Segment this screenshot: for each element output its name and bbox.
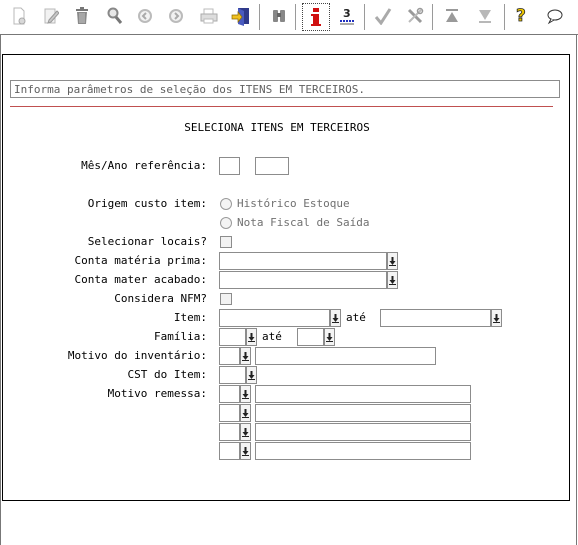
motivo-remessa-description-3 — [255, 423, 471, 441]
divider — [10, 106, 553, 107]
origem-radio-historico[interactable] — [220, 198, 232, 210]
mes-ano-label: Mês/Ano referência: — [81, 159, 207, 172]
conta-acabado-zoom-button[interactable] — [387, 271, 398, 289]
toolbar-separator — [295, 4, 296, 30]
origem-radio-nota-fiscal[interactable] — [220, 217, 232, 229]
motivo-inventario-input[interactable] — [219, 347, 240, 365]
motivo-remessa-description-2 — [255, 404, 471, 422]
selecionar-locais-label: Selecionar locais? — [87, 235, 207, 248]
first-icon[interactable] — [441, 5, 463, 27]
selecionar-locais-checkbox[interactable] — [220, 236, 232, 248]
motivo-inventario-description — [255, 347, 436, 365]
origem-option-historico: Histórico Estoque — [237, 197, 350, 210]
arrow-down-icon — [242, 447, 249, 456]
item-to-zoom-button[interactable] — [491, 309, 502, 327]
motivo-remessa-description-4 — [255, 442, 471, 460]
previous-icon[interactable] — [134, 5, 156, 27]
form-panel: Informa parâmetros de seleção dos ITENS … — [2, 54, 570, 501]
familia-to-input[interactable] — [297, 328, 324, 346]
chat-icon[interactable] — [544, 5, 566, 27]
list-number-icon[interactable]: 3 — [336, 5, 358, 27]
tools-icon[interactable] — [404, 5, 426, 27]
motivo-inventario-label: Motivo do inventário: — [67, 349, 207, 362]
familia-ate-label: até — [262, 330, 282, 343]
item-from-input[interactable] — [219, 309, 330, 327]
motivo-remessa-zoom-button-3[interactable] — [240, 423, 251, 441]
last-icon[interactable] — [474, 5, 496, 27]
motivo-remessa-input-3[interactable] — [219, 423, 240, 441]
toolbar-separator — [432, 4, 433, 30]
exit-icon[interactable] — [230, 5, 252, 27]
conta-materia-label: Conta matéria prima: — [74, 254, 207, 267]
mes-input[interactable] — [219, 157, 240, 175]
arrow-down-icon — [242, 428, 249, 437]
window-border — [576, 34, 577, 545]
motivo-remessa-zoom-button-1[interactable] — [240, 385, 251, 403]
item-from-zoom-button[interactable] — [330, 309, 341, 327]
origem-option-nota-fiscal: Nota Fiscal de Saída — [237, 216, 370, 229]
cst-zoom-button[interactable] — [246, 366, 257, 384]
item-label: Item: — [173, 311, 207, 324]
motivo-remessa-input-2[interactable] — [219, 404, 240, 422]
toolbar-separator — [364, 4, 365, 30]
arrow-down-icon — [242, 352, 249, 361]
svg-text:3: 3 — [343, 7, 351, 20]
item-ate-label: até — [346, 311, 366, 324]
conta-materia-zoom-button[interactable] — [387, 252, 398, 270]
print-icon[interactable] — [198, 5, 220, 27]
motivo-remessa-label: Motivo remessa: — [107, 387, 207, 400]
arrow-down-icon — [389, 257, 396, 266]
cst-input[interactable] — [219, 366, 246, 384]
arrow-down-icon — [242, 409, 249, 418]
motivo-remessa-description-1 — [255, 385, 471, 403]
motivo-inventario-zoom-button[interactable] — [240, 347, 251, 365]
conta-acabado-label: Conta mater acabado: — [74, 273, 207, 286]
toolbar-separator — [259, 4, 260, 30]
motivo-remessa-input-1[interactable] — [219, 385, 240, 403]
familia-from-input[interactable] — [219, 328, 246, 346]
motivo-remessa-zoom-button-4[interactable] — [240, 442, 251, 460]
arrow-down-icon — [389, 276, 396, 285]
arrow-down-icon — [242, 390, 249, 399]
arrow-down-icon — [332, 314, 339, 323]
check-icon[interactable] — [372, 5, 394, 27]
toolbar: 3 ? — [0, 0, 578, 34]
next-icon[interactable] — [165, 5, 187, 27]
familia-from-zoom-button[interactable] — [246, 328, 257, 346]
info-icon[interactable] — [302, 3, 330, 31]
binoculars-icon[interactable] — [268, 5, 290, 27]
conta-acabado-input[interactable] — [219, 271, 387, 289]
window-border — [0, 34, 1, 545]
familia-to-zoom-button[interactable] — [324, 328, 335, 346]
arrow-down-icon — [248, 333, 255, 342]
familia-label: Família: — [154, 330, 207, 343]
considera-nfm-label: Considera NFM? — [114, 292, 207, 305]
origem-label: Origem custo item: — [87, 197, 207, 210]
motivo-remessa-input-4[interactable] — [219, 442, 240, 460]
cst-label: CST do Item: — [127, 368, 207, 381]
new-document-icon[interactable] — [8, 5, 30, 27]
motivo-remessa-zoom-button-2[interactable] — [240, 404, 251, 422]
window-border — [0, 34, 578, 35]
considera-nfm-checkbox[interactable] — [220, 293, 232, 305]
toolbar-separator — [504, 4, 505, 30]
search-icon[interactable] — [104, 5, 126, 27]
trash-icon[interactable] — [71, 5, 93, 27]
arrow-down-icon — [493, 314, 500, 323]
hint-bar: Informa parâmetros de seleção dos ITENS … — [10, 80, 560, 98]
form-title: SELECIONA ITENS EM TERCEIROS — [184, 121, 370, 134]
conta-materia-input[interactable] — [219, 252, 387, 270]
arrow-down-icon — [248, 371, 255, 380]
arrow-down-icon — [326, 333, 333, 342]
ano-input[interactable] — [255, 157, 289, 175]
item-to-input[interactable] — [380, 309, 491, 327]
edit-icon[interactable] — [40, 5, 62, 27]
svg-text:?: ? — [516, 6, 526, 26]
help-icon[interactable]: ? — [512, 5, 534, 27]
